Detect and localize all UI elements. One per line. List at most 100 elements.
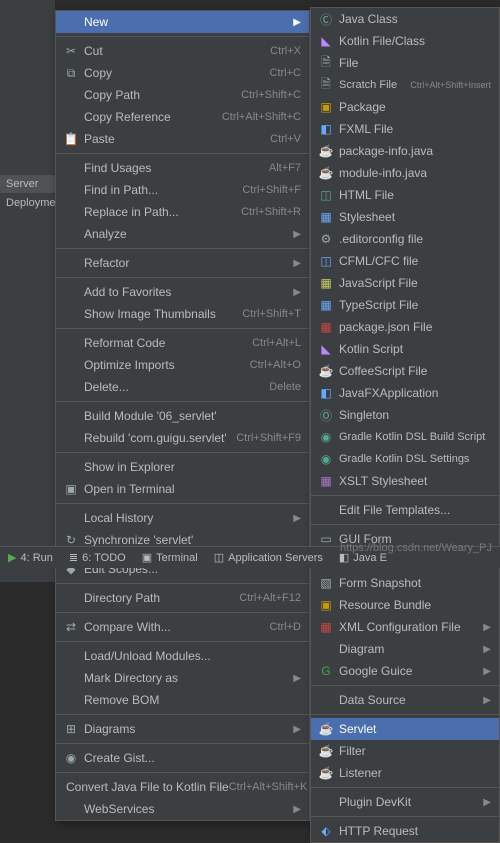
separator	[56, 36, 309, 37]
diagram-menu[interactable]: Diagram▶	[311, 638, 499, 660]
resource-bundle-menu[interactable]: ▣Resource Bundle	[311, 594, 499, 616]
data-source-menu[interactable]: Data Source▶	[311, 689, 499, 711]
diagrams-menu[interactable]: ⊞Diagrams▶	[56, 718, 309, 740]
separator	[56, 714, 309, 715]
servlet-icon: ☕	[317, 722, 335, 736]
ts-file-menu[interactable]: ▦TypeScript File	[311, 294, 499, 316]
separator	[311, 495, 499, 496]
cfml-menu[interactable]: ◫CFML/CFC file	[311, 250, 499, 272]
compare-menu[interactable]: ⇄Compare With...Ctrl+D	[56, 616, 309, 638]
find-usages-menu[interactable]: Find UsagesAlt+F7	[56, 157, 309, 179]
separator	[311, 685, 499, 686]
remove-bom-menu[interactable]: Remove BOM	[56, 689, 309, 711]
servlet-menu[interactable]: ☕Servlet	[311, 718, 499, 740]
diagram-icon: ⊞	[62, 722, 80, 736]
convert-kotlin-menu[interactable]: Convert Java File to Kotlin FileCtrl+Alt…	[56, 776, 309, 798]
scratch-icon: 🗎	[317, 75, 335, 96]
package-menu[interactable]: ▣Package	[311, 96, 499, 118]
add-favorites-menu[interactable]: Add to Favorites▶	[56, 281, 309, 303]
listener-icon: ☕	[317, 766, 335, 780]
copy-ref-menu[interactable]: Copy ReferenceCtrl+Alt+Shift+C	[56, 106, 309, 128]
separator	[56, 772, 309, 773]
run-tab[interactable]: ▶4: Run	[0, 551, 61, 564]
stylesheet-menu[interactable]: ▦Stylesheet	[311, 206, 499, 228]
directory-path-menu[interactable]: Directory PathCtrl+Alt+F12	[56, 587, 309, 609]
load-modules-menu[interactable]: Load/Unload Modules...	[56, 645, 309, 667]
delete-menu[interactable]: Delete...Delete	[56, 376, 309, 398]
open-terminal-menu[interactable]: ▣Open in Terminal	[56, 478, 309, 500]
gradle-icon: ◉	[317, 452, 335, 466]
js-file-menu[interactable]: ▦JavaScript File	[311, 272, 499, 294]
deployment-tab[interactable]: Deployment	[0, 194, 55, 212]
show-explorer-menu[interactable]: Show in Explorer	[56, 456, 309, 478]
app-servers-tab[interactable]: ◫Application Servers	[206, 551, 331, 564]
xml-config-menu[interactable]: ▦XML Configuration File▶	[311, 616, 499, 638]
listener-menu[interactable]: ☕Listener	[311, 762, 499, 784]
mark-directory-menu[interactable]: Mark Directory as▶	[56, 667, 309, 689]
copy-path-menu[interactable]: Copy PathCtrl+Shift+C	[56, 84, 309, 106]
kotlin-file-menu[interactable]: ◣Kotlin File/Class	[311, 30, 499, 52]
separator	[56, 583, 309, 584]
new-menu[interactable]: New▶	[56, 11, 309, 33]
separator	[56, 277, 309, 278]
coffee-menu[interactable]: ☕CoffeeScript File	[311, 360, 499, 382]
todo-tab[interactable]: ≣6: TODO	[61, 551, 134, 564]
kotlin-script-menu[interactable]: ◣Kotlin Script	[311, 338, 499, 360]
refactor-menu[interactable]: Refactor▶	[56, 252, 309, 274]
fxml-icon: ◧	[317, 122, 335, 136]
find-in-path-menu[interactable]: Find in Path...Ctrl+Shift+F	[56, 179, 309, 201]
separator	[56, 503, 309, 504]
filter-menu[interactable]: ☕Filter	[311, 740, 499, 762]
separator	[311, 714, 499, 715]
optimize-imports-menu[interactable]: Optimize ImportsCtrl+Alt+O	[56, 354, 309, 376]
terminal-tab[interactable]: ▣Terminal	[134, 551, 206, 564]
new-submenu: ⒸJava Class ◣Kotlin File/Class 🗎File 🗎Sc…	[310, 7, 500, 843]
package-info-menu[interactable]: ☕package-info.java	[311, 140, 499, 162]
local-history-menu[interactable]: Local History▶	[56, 507, 309, 529]
analyze-menu[interactable]: Analyze▶	[56, 223, 309, 245]
reformat-menu[interactable]: Reformat CodeCtrl+Alt+L	[56, 332, 309, 354]
copy-icon: ⧉	[62, 66, 80, 81]
edit-templates-menu[interactable]: Edit File Templates...	[311, 499, 499, 521]
xslt-menu[interactable]: ▦XSLT Stylesheet	[311, 470, 499, 492]
github-icon: ◉	[62, 751, 80, 765]
copy-menu[interactable]: ⧉CopyCtrl+C	[56, 62, 309, 84]
form-snapshot-menu[interactable]: ▧Form Snapshot	[311, 572, 499, 594]
plugin-devkit-menu[interactable]: Plugin DevKit▶	[311, 791, 499, 813]
fxml-menu[interactable]: ◧FXML File	[311, 118, 499, 140]
java-class-icon: Ⓒ	[317, 11, 335, 28]
rebuild-menu[interactable]: Rebuild 'com.guigu.servlet'Ctrl+Shift+F9	[56, 427, 309, 449]
gradle-settings-menu[interactable]: ◉Gradle Kotlin DSL Settings	[311, 448, 499, 470]
file-menu[interactable]: 🗎File	[311, 52, 499, 74]
cut-menu[interactable]: ✂CutCtrl+X	[56, 40, 309, 62]
paste-icon: 📋	[62, 132, 80, 146]
compare-icon: ⇄	[62, 620, 80, 634]
webservices-menu[interactable]: WebServices▶	[56, 798, 309, 820]
guice-menu[interactable]: GGoogle Guice▶	[311, 660, 499, 682]
xslt-icon: ▦	[317, 474, 335, 488]
http-request-menu[interactable]: ⬖HTTP Request	[311, 820, 499, 842]
java-class-menu[interactable]: ⒸJava Class	[311, 8, 499, 30]
terminal-icon: ▣	[62, 482, 80, 496]
replace-in-path-menu[interactable]: Replace in Path...Ctrl+Shift+R	[56, 201, 309, 223]
config-icon: ⚙	[317, 232, 335, 246]
module-info-menu[interactable]: ☕module-info.java	[311, 162, 499, 184]
html-file-menu[interactable]: ◫HTML File	[311, 184, 499, 206]
bundle-icon: ▣	[317, 598, 335, 612]
javafx-menu[interactable]: ◧JavaFXApplication	[311, 382, 499, 404]
separator	[56, 743, 309, 744]
singleton-menu[interactable]: ⓄSingleton	[311, 404, 499, 426]
paste-menu[interactable]: 📋PasteCtrl+V	[56, 128, 309, 150]
html-icon: ◫	[317, 188, 335, 202]
server-tab[interactable]: Server	[0, 175, 55, 193]
build-module-menu[interactable]: Build Module '06_servlet'	[56, 405, 309, 427]
scratch-file-menu[interactable]: 🗎Scratch FileCtrl+Alt+Shift+Insert	[311, 74, 499, 96]
package-icon: ▣	[317, 100, 335, 114]
create-gist-menu[interactable]: ◉Create Gist...	[56, 747, 309, 769]
gradle-build-menu[interactable]: ◉Gradle Kotlin DSL Build Script	[311, 426, 499, 448]
show-thumbnails-menu[interactable]: Show Image ThumbnailsCtrl+Shift+T	[56, 303, 309, 325]
separator	[311, 524, 499, 525]
editorconfig-menu[interactable]: ⚙.editorconfig file	[311, 228, 499, 250]
ts-icon: ▦	[317, 298, 335, 312]
package-json-menu[interactable]: ▦package.json File	[311, 316, 499, 338]
